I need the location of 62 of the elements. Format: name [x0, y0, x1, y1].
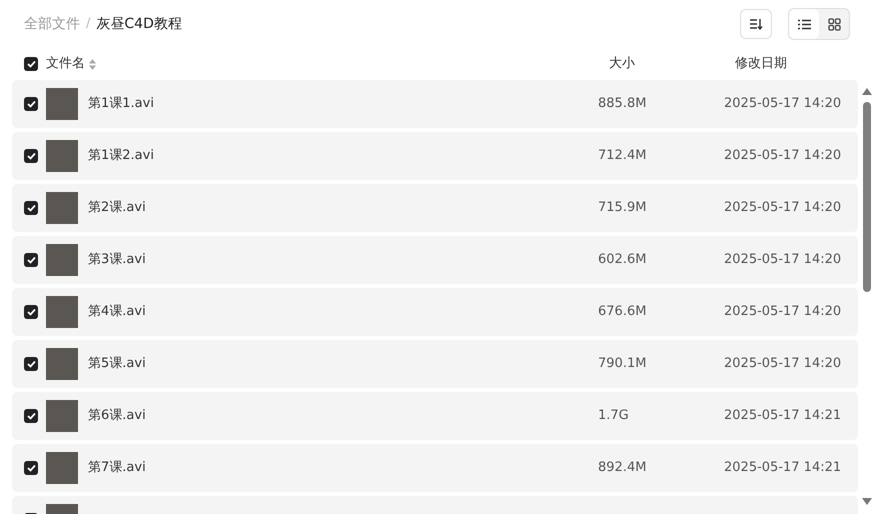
modified-date: 2025-05-17 14:21	[724, 459, 842, 478]
modified-date: 2025-05-17 14:20	[724, 95, 842, 114]
photo-placeholder	[46, 400, 78, 432]
list-view-button[interactable]	[789, 9, 819, 39]
list-icon	[798, 18, 810, 30]
file-name[interactable]: 第1课2.avi	[88, 146, 598, 166]
photo-placeholder	[46, 88, 78, 120]
checkbox[interactable]	[24, 57, 38, 71]
file-size: 602.6M	[598, 251, 648, 270]
photo-placeholder	[46, 452, 78, 484]
checkbox[interactable]	[24, 97, 38, 111]
file-size: 1.7G	[598, 407, 630, 426]
photo-placeholder	[46, 192, 78, 224]
checkbox[interactable]	[24, 149, 38, 163]
checkbox[interactable]	[24, 253, 38, 267]
file-name[interactable]: 第1课1.avi	[88, 94, 598, 114]
file-size: 715.9M	[598, 199, 648, 218]
modified-date: 2025-05-17 14:20	[724, 303, 842, 322]
sort-button[interactable]	[740, 9, 772, 39]
file-row[interactable]: 第2课.avi 715.9M 2025-05-17 14:20	[12, 184, 858, 232]
file-size: 676.6M	[598, 303, 648, 322]
checkbox[interactable]	[24, 357, 38, 371]
file-row[interactable]: 第7课.avi 892.4M 2025-05-17 14:21	[12, 444, 858, 492]
modified-date: 2025-05-17 14:20	[724, 147, 842, 166]
current-folder: 灰昼C4D教程	[96, 14, 182, 34]
column-header[interactable]: 大小	[609, 54, 735, 74]
breadcrumb-separator: /	[86, 15, 90, 34]
file-row[interactable]: 第5课.avi 790.1M 2025-05-17 14:20	[12, 340, 858, 388]
modified-date: 2025-05-17 14:20	[724, 199, 842, 218]
checkbox[interactable]	[24, 461, 38, 475]
file-name[interactable]: 第2课.avi	[88, 198, 598, 218]
file-size: 892.4M	[598, 459, 648, 478]
file-size: 790.1M	[598, 355, 648, 374]
file-name[interactable]: 第5课.avi	[88, 354, 598, 374]
scroll-up-arrow[interactable]	[862, 88, 872, 95]
checkbox[interactable]	[24, 305, 38, 319]
column-header[interactable]: 文件名	[46, 54, 85, 74]
file-size: 712.4M	[598, 147, 648, 166]
sort-icon	[749, 18, 763, 30]
file-row[interactable]: 第4课.avi 676.6M 2025-05-17 14:20	[12, 288, 858, 336]
file-name[interactable]: 第3课.avi	[88, 250, 598, 270]
photo-placeholder	[46, 296, 78, 328]
modified-date: 2025-05-17 14:20	[724, 355, 842, 374]
modified-date: 2025-05-17 14:20	[724, 251, 842, 270]
file-row[interactable]: 第6课.avi 1.7G 2025-05-17 14:21	[12, 392, 858, 440]
file-name[interactable]: 第4课.avi	[88, 302, 598, 322]
checkbox[interactable]	[24, 201, 38, 215]
scroll-down-arrow[interactable]	[862, 498, 872, 505]
photo-placeholder	[46, 244, 78, 276]
photo-placeholder	[46, 140, 78, 172]
scrollbar-thumb[interactable]	[863, 102, 871, 292]
grid-icon	[828, 18, 840, 30]
modified-date: 2025-05-17 14:21	[724, 407, 842, 426]
photo-placeholder	[46, 348, 78, 380]
column-header[interactable]: 修改日期	[735, 54, 787, 74]
file-name[interactable]: 第7课.avi	[88, 458, 598, 478]
file-row[interactable]: 第1课2.avi 712.4M 2025-05-17 14:20	[12, 132, 858, 180]
file-row[interactable]: 第3课.avi 602.6M 2025-05-17 14:20	[12, 236, 858, 284]
file-row[interactable]: 第1课1.avi 885.8M 2025-05-17 14:20	[12, 80, 858, 128]
file-name[interactable]: 第6课.avi	[88, 406, 598, 426]
checkbox[interactable]	[24, 409, 38, 423]
file-size: 885.8M	[598, 95, 648, 114]
